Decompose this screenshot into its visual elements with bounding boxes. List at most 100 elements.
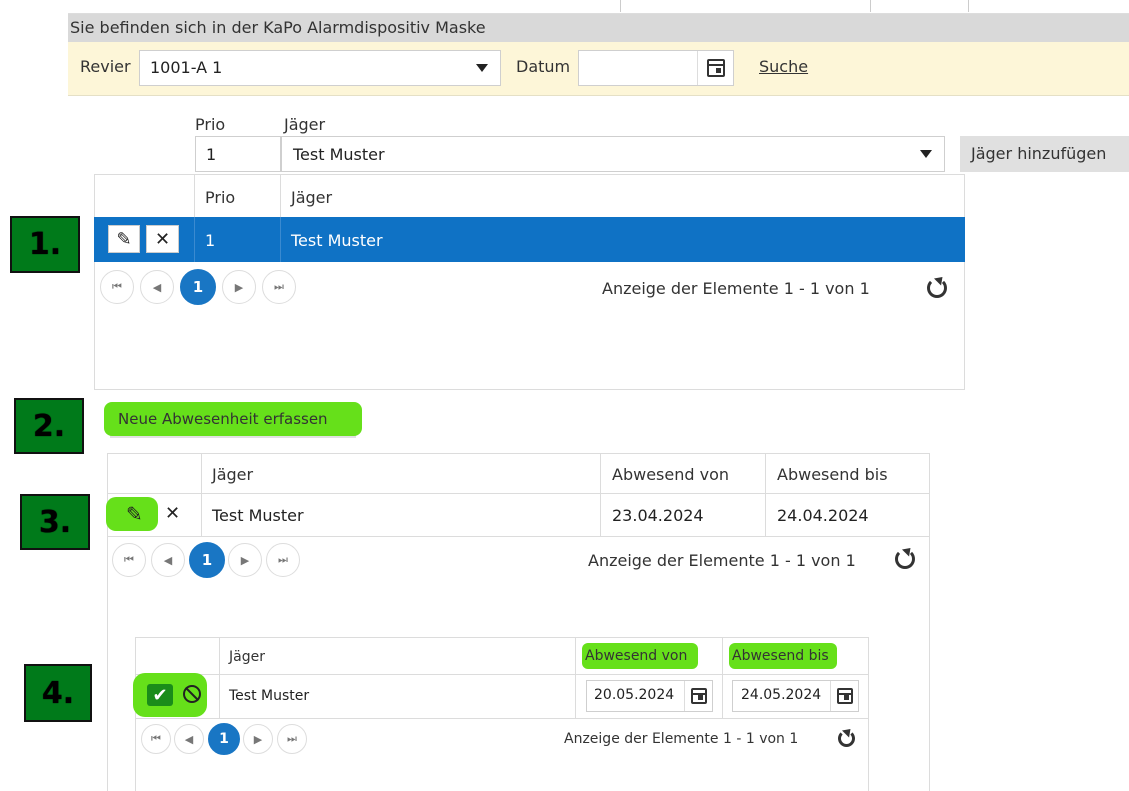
annotation-marker: 1. bbox=[10, 216, 80, 273]
next-page-icon: ▶ bbox=[240, 553, 250, 567]
check-icon: ✔ bbox=[152, 684, 168, 706]
grid-divider bbox=[280, 217, 281, 262]
annotation-marker: 3. bbox=[20, 494, 90, 550]
last-page-icon: ⏭ bbox=[274, 280, 284, 293]
grid-divider bbox=[108, 493, 930, 494]
next-page-button[interactable]: ▶ bbox=[228, 543, 262, 577]
revier-select[interactable]: 1001-A 1 bbox=[139, 50, 501, 86]
tab-divider bbox=[968, 0, 969, 12]
row-jaeger: Test Muster bbox=[212, 506, 304, 525]
row-abwesend-bis: 24.04.2024 bbox=[777, 506, 869, 525]
delete-button[interactable]: ✕ bbox=[165, 503, 180, 524]
pencil-icon: ✎ bbox=[116, 228, 132, 250]
pager-info: Anzeige der Elemente 1 - 1 von 1 bbox=[564, 731, 799, 747]
column-header-jaeger[interactable]: Jäger bbox=[229, 649, 265, 665]
annotation-marker: 2. bbox=[14, 398, 84, 454]
add-jaeger-button[interactable]: Jäger hinzufügen bbox=[960, 136, 1129, 172]
grid-divider bbox=[219, 638, 220, 718]
page-button[interactable]: 1 bbox=[189, 542, 225, 578]
last-page-button[interactable]: ⏭ bbox=[262, 270, 296, 304]
cancel-button[interactable] bbox=[183, 685, 201, 703]
row-jaeger: Test Muster bbox=[229, 688, 310, 704]
field-divider bbox=[830, 681, 831, 711]
first-page-button[interactable]: ⏮ bbox=[112, 543, 146, 577]
tab-divider bbox=[620, 0, 621, 12]
table-row-selected[interactable] bbox=[94, 217, 965, 262]
cancel-icon bbox=[184, 686, 200, 702]
first-page-icon: ⏮ bbox=[124, 553, 134, 566]
column-header-abwesend-bis[interactable]: Abwesend bis bbox=[729, 643, 837, 669]
annotation-marker: 4. bbox=[24, 664, 92, 722]
next-page-button[interactable]: ▶ bbox=[222, 270, 256, 304]
row-abwesend-von: 23.04.2024 bbox=[612, 506, 704, 525]
last-page-icon: ⏭ bbox=[287, 732, 297, 745]
refresh-icon[interactable] bbox=[927, 278, 947, 298]
column-header-prio[interactable]: Prio bbox=[205, 188, 235, 207]
page-button[interactable]: 1 bbox=[208, 723, 240, 755]
close-icon: ✕ bbox=[154, 228, 171, 250]
row-prio: 1 bbox=[205, 231, 216, 250]
last-page-icon: ⏭ bbox=[278, 553, 288, 566]
column-header-abwesend-bis[interactable]: Abwesend bis bbox=[777, 465, 888, 484]
prev-page-button[interactable]: ◀ bbox=[140, 270, 174, 304]
first-page-button[interactable]: ⏮ bbox=[100, 270, 134, 304]
page-title: Sie befinden sich in der KaPo Alarmdispo… bbox=[68, 14, 1129, 42]
prev-page-button[interactable]: ◀ bbox=[151, 543, 185, 577]
prev-page-icon: ◀ bbox=[184, 732, 194, 746]
row-jaeger: Test Muster bbox=[291, 231, 383, 250]
grid-divider bbox=[765, 454, 766, 536]
save-button[interactable]: ✔ bbox=[147, 684, 173, 706]
pencil-icon: ✎ bbox=[126, 502, 143, 526]
refresh-icon[interactable] bbox=[838, 730, 855, 747]
field-divider bbox=[697, 51, 698, 85]
edit-button[interactable]: ✎ bbox=[126, 502, 143, 526]
jaeger-label: Jäger bbox=[284, 115, 326, 134]
delete-button[interactable]: ✕ bbox=[146, 225, 179, 253]
edit-button[interactable]: ✎ bbox=[108, 225, 140, 253]
last-page-button[interactable]: ⏭ bbox=[277, 724, 307, 754]
prev-page-button[interactable]: ◀ bbox=[174, 724, 204, 754]
abwesend-von-field[interactable]: 20.05.2024 bbox=[586, 680, 713, 712]
next-page-icon: ▶ bbox=[253, 732, 263, 746]
pager-info: Anzeige der Elemente 1 - 1 von 1 bbox=[588, 551, 856, 570]
first-page-button[interactable]: ⏮ bbox=[141, 724, 171, 754]
revier-label: Revier bbox=[80, 57, 131, 76]
close-icon: ✕ bbox=[165, 503, 181, 524]
datum-label: Datum bbox=[516, 57, 571, 76]
datum-field[interactable] bbox=[578, 50, 734, 86]
prio-label: Prio bbox=[195, 115, 226, 134]
prio-input[interactable]: 1 bbox=[195, 136, 281, 172]
grid-divider bbox=[194, 217, 195, 262]
column-header-jaeger[interactable]: Jäger bbox=[291, 188, 332, 207]
calendar-icon[interactable] bbox=[707, 59, 725, 77]
search-link[interactable]: Suche bbox=[759, 57, 808, 76]
abwesend-bis-value: 24.05.2024 bbox=[741, 687, 822, 703]
column-header-jaeger[interactable]: Jäger bbox=[212, 465, 253, 484]
grid-divider bbox=[194, 175, 195, 218]
column-header-abwesend-von[interactable]: Abwesend von bbox=[582, 643, 698, 669]
jaeger-value: Test Muster bbox=[293, 145, 385, 164]
top-tab-strip bbox=[68, 0, 1129, 14]
next-page-button[interactable]: ▶ bbox=[243, 724, 273, 754]
grid-divider bbox=[600, 454, 601, 536]
chevron-down-icon bbox=[476, 64, 488, 72]
chevron-down-icon bbox=[920, 150, 932, 158]
jaeger-select[interactable]: Test Muster bbox=[281, 136, 945, 172]
page-button[interactable]: 1 bbox=[180, 269, 216, 305]
next-page-icon: ▶ bbox=[234, 280, 244, 294]
revier-value: 1001-A 1 bbox=[150, 58, 223, 77]
abwesend-bis-field[interactable]: 24.05.2024 bbox=[732, 680, 859, 712]
grid-divider bbox=[201, 454, 202, 536]
first-page-icon: ⏮ bbox=[112, 280, 122, 293]
refresh-icon[interactable] bbox=[895, 549, 915, 569]
grid-divider bbox=[930, 536, 965, 537]
calendar-icon[interactable] bbox=[837, 688, 853, 704]
tab-divider bbox=[870, 0, 871, 12]
calendar-icon[interactable] bbox=[691, 688, 707, 704]
grid-divider bbox=[136, 674, 869, 675]
prev-page-icon: ◀ bbox=[152, 280, 162, 294]
new-absence-button[interactable]: Neue Abwesenheit erfassen bbox=[104, 402, 362, 436]
last-page-button[interactable]: ⏭ bbox=[266, 543, 300, 577]
column-header-abwesend-von[interactable]: Abwesend von bbox=[612, 465, 729, 484]
grid-divider bbox=[575, 638, 576, 718]
